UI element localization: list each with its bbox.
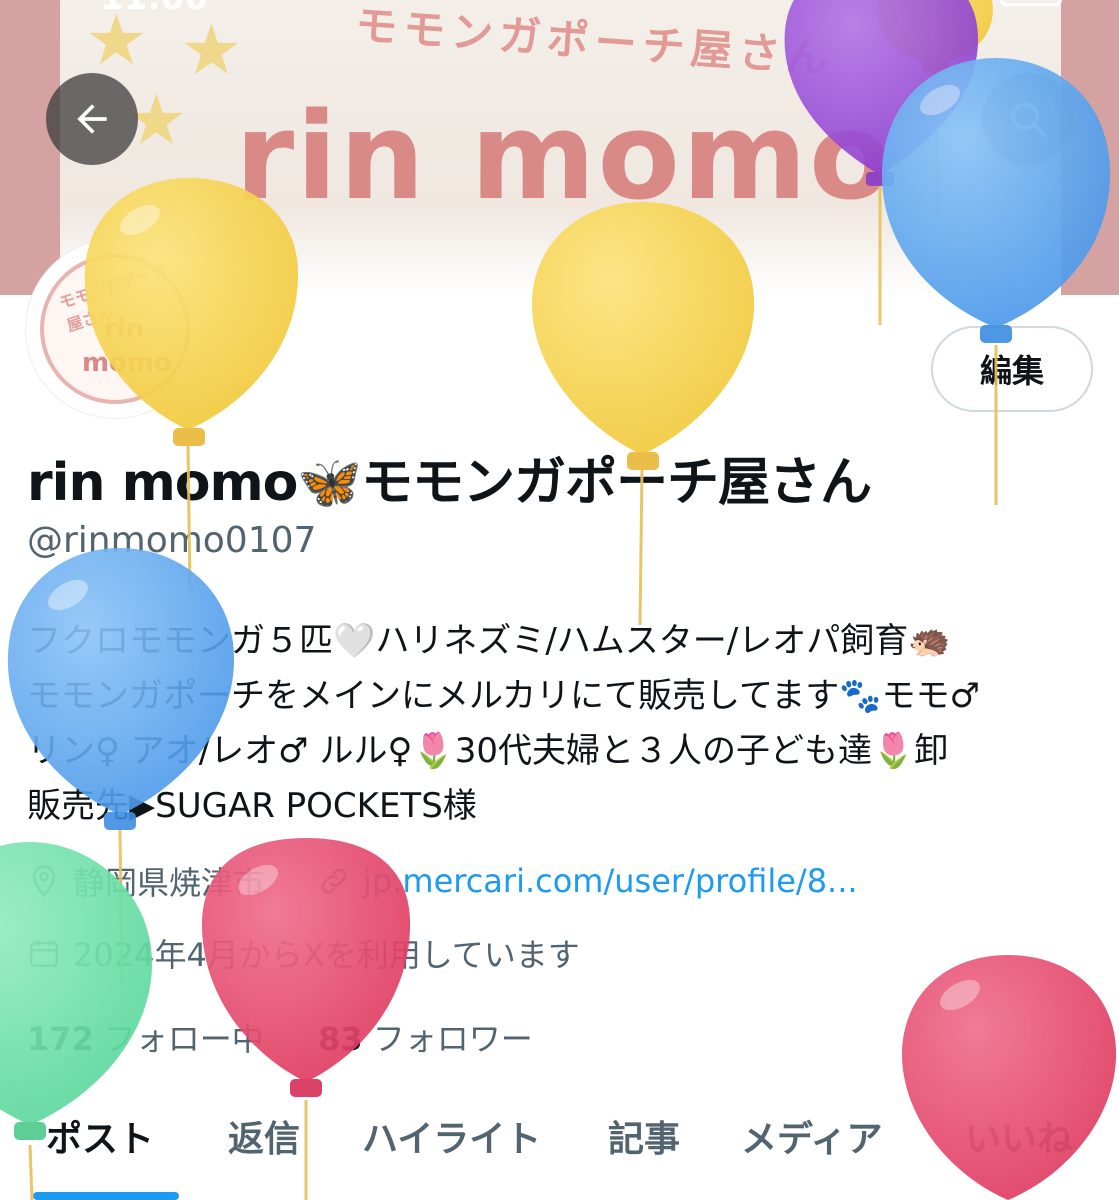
avatar[interactable]: モモンガポーチ屋さん rin momo xyxy=(26,240,204,418)
following-count: 172 xyxy=(27,1020,94,1058)
search-icon xyxy=(1011,102,1047,138)
edit-profile-button[interactable]: 編集 xyxy=(931,326,1093,412)
tab-highlights[interactable]: ハイライト xyxy=(362,1110,541,1162)
star-icon: ★ xyxy=(180,9,243,91)
search-button[interactable] xyxy=(982,73,1074,165)
user-handle: @rinmomo0107 xyxy=(27,520,317,561)
profile-tabs: ポスト 返信 ハイライト 記事 メディア いいね xyxy=(0,1110,1119,1170)
profile-meta-row: 静岡県焼津市 jp.mercari.com/user/profile/8... xyxy=(27,858,858,904)
avatar-logo: モモンガポーチ屋さん rin momo xyxy=(40,254,190,404)
banner-curtain-left xyxy=(0,0,60,295)
banner-curtain-right xyxy=(1061,0,1119,295)
tab-likes[interactable]: いいね xyxy=(965,1110,1073,1162)
status-bar: 11:00 xyxy=(0,0,1119,18)
arrow-left-icon xyxy=(77,104,107,134)
battery-icon xyxy=(1000,0,1062,6)
followers-link[interactable]: 83 フォロワー xyxy=(318,1020,533,1058)
display-name: rin momo🦋モモンガポーチ屋さん xyxy=(27,453,872,513)
tab-replies[interactable]: 返信 xyxy=(228,1110,300,1162)
profile-joined-row: 2024年4月からXを利用しています xyxy=(27,930,580,976)
bio-line: フクロモモンガ５匹🤍ハリネズミ/ハムスター/レオパ飼育🦔 xyxy=(27,621,951,661)
tab-media[interactable]: メディア xyxy=(741,1110,882,1162)
tab-articles[interactable]: 記事 xyxy=(608,1110,680,1162)
avatar-text-momo: momo xyxy=(82,348,172,378)
banner-brand-text: rin momo xyxy=(235,88,894,227)
calendar-icon xyxy=(29,940,59,968)
location-pin-icon xyxy=(32,865,56,898)
followers-label: フォロワー xyxy=(372,1020,533,1058)
tab-posts[interactable]: ポスト xyxy=(46,1110,154,1162)
back-button[interactable] xyxy=(46,73,138,165)
followers-count: 83 xyxy=(318,1020,363,1058)
follow-stats: 172 フォロー中 83 フォロワー xyxy=(27,1014,533,1060)
profile-website-link[interactable]: jp.mercari.com/user/profile/8... xyxy=(363,862,858,900)
bio-line: リン♀ アオ/レオ♂ ルル♀🌷30代夫婦と３人の子ども達🌷卸 xyxy=(27,731,949,771)
avatar-text-rin: rin xyxy=(104,314,145,344)
following-label: フォロー中 xyxy=(103,1020,264,1058)
link-icon xyxy=(321,868,347,894)
active-tab-indicator xyxy=(33,1192,179,1200)
bio-line: モモンガポーチをメインにメルカリにて販売してます🐾モモ♂ xyxy=(27,676,981,716)
profile-banner: ★ ★ ★ モモンガポーチ屋さん rin momo xyxy=(0,0,1119,295)
profile-bio: フクロモモンガ５匹🤍ハリネズミ/ハムスター/レオパ飼育🦔 モモンガポーチをメイン… xyxy=(27,614,1097,834)
profile-joined-date: 2024年4月からXを利用しています xyxy=(73,936,580,974)
profile-location: 静岡県焼津市 xyxy=(73,864,266,902)
bio-line: 販売先▶SUGAR POCKETS様 xyxy=(27,786,477,826)
status-time: 11:00 xyxy=(100,0,208,18)
following-link[interactable]: 172 フォロー中 xyxy=(27,1020,264,1058)
